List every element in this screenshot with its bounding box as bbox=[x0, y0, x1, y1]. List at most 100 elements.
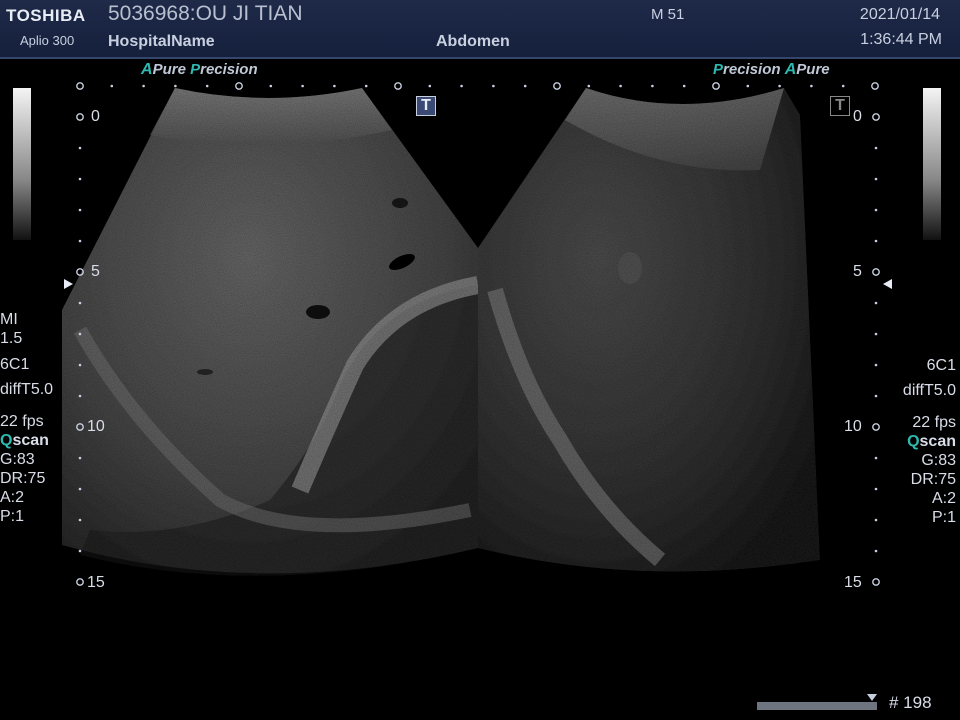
depth-5-left: 5 bbox=[91, 263, 100, 280]
scale-minor-dot bbox=[492, 84, 495, 88]
gain-value: G:83 bbox=[0, 451, 35, 468]
scale-minor-dot bbox=[78, 456, 82, 460]
scale-minor-dot bbox=[78, 363, 82, 367]
left-params: MI 1.5 6C1 diffT5.0 22 fps Qscan G:83 DR… bbox=[0, 310, 53, 526]
scale-minor-dot bbox=[78, 239, 82, 243]
depth-0-left: 0 bbox=[91, 108, 100, 125]
frame-number: # 198 bbox=[889, 693, 932, 712]
scale-minor-dot bbox=[78, 146, 82, 150]
scale-minor-dot bbox=[874, 239, 878, 243]
scale-minor-dot bbox=[746, 84, 750, 88]
scale-major-dot bbox=[712, 82, 720, 90]
scale-minor-dot bbox=[778, 84, 781, 88]
scale-major-dot bbox=[553, 82, 561, 90]
focus-marker-right bbox=[883, 279, 892, 289]
scale-minor-dot bbox=[301, 84, 304, 88]
scale-major-dot bbox=[872, 423, 880, 431]
scale-minor-dot bbox=[874, 146, 878, 150]
probe-name: 6C1 bbox=[0, 356, 30, 373]
depth-0-right: 0 bbox=[853, 108, 862, 125]
acoustic-p: P:1 bbox=[0, 508, 25, 525]
scale-minor-dot bbox=[110, 84, 114, 88]
gain-value: G:83 bbox=[921, 452, 956, 469]
scale-minor-dot bbox=[874, 518, 878, 522]
right-params: 6C1 diffT5.0 22 fps Qscan G:83 DR:75 A:2… bbox=[903, 356, 956, 527]
frame-rate: 22 fps bbox=[0, 413, 44, 430]
scale-minor-dot bbox=[78, 301, 82, 305]
scale-minor-dot bbox=[874, 208, 878, 212]
depth-10-left: 10 bbox=[87, 418, 105, 435]
scale-minor-dot bbox=[205, 84, 209, 88]
scale-minor-dot bbox=[78, 177, 82, 181]
scale-major-dot bbox=[872, 268, 880, 276]
dynamic-range: DR:75 bbox=[910, 471, 956, 488]
scale-minor-dot bbox=[78, 208, 82, 212]
mi-label: MI bbox=[0, 311, 18, 328]
right-sector bbox=[478, 88, 820, 572]
top-scale-dots bbox=[76, 82, 879, 90]
scale-minor-dot bbox=[874, 177, 878, 181]
scale-minor-dot bbox=[874, 301, 878, 305]
ultrasound-image bbox=[62, 82, 880, 586]
scale-minor-dot bbox=[428, 84, 432, 88]
scale-minor-dot bbox=[78, 394, 82, 398]
cine-handle[interactable] bbox=[867, 694, 878, 701]
frame-rate: 22 fps bbox=[912, 414, 956, 431]
scale-major-dot bbox=[76, 113, 84, 121]
apure-precision-tag-left: APure Precision bbox=[141, 61, 258, 79]
qscan-label: Qscan bbox=[907, 433, 956, 450]
acoustic-a: A:2 bbox=[931, 490, 956, 507]
scale-minor-dot bbox=[333, 84, 336, 88]
harmonic-mode: diffT5.0 bbox=[902, 382, 956, 399]
scale-major-dot bbox=[76, 578, 84, 586]
transducer-marker-left: T bbox=[416, 96, 436, 116]
scale-minor-dot bbox=[78, 487, 82, 491]
scale-major-dot bbox=[235, 82, 243, 90]
scale-major-dot bbox=[872, 113, 880, 121]
depth-scale-dots-right bbox=[872, 113, 880, 586]
qscan-label: Qscan bbox=[0, 432, 49, 449]
probe-name: 6C1 bbox=[926, 357, 956, 374]
left-sector bbox=[62, 88, 480, 576]
scale-minor-dot bbox=[874, 394, 878, 398]
scale-minor-dot bbox=[874, 487, 878, 491]
scale-minor-dot bbox=[841, 84, 845, 88]
tag-pure: Pure bbox=[152, 61, 186, 78]
scale-minor-dot bbox=[810, 84, 813, 88]
acoustic-p: P:1 bbox=[931, 509, 956, 526]
tag-a: A bbox=[784, 61, 797, 78]
scale-minor-dot bbox=[174, 84, 177, 88]
scale-major-dot bbox=[871, 82, 879, 90]
scale-minor-dot bbox=[269, 84, 273, 88]
tag-p: P bbox=[190, 61, 201, 78]
scale-minor-dot bbox=[364, 84, 368, 88]
depth-15-right: 15 bbox=[844, 574, 862, 591]
cine-progress-bar[interactable] bbox=[757, 702, 877, 710]
scale-minor-dot bbox=[651, 84, 654, 88]
tag-pure: Pure bbox=[796, 61, 830, 78]
tag-a: A bbox=[141, 61, 153, 78]
mi-value: 1.5 bbox=[0, 330, 23, 347]
scale-minor-dot bbox=[874, 363, 878, 367]
scale-minor-dot bbox=[78, 549, 82, 553]
focus-marker-left bbox=[64, 279, 73, 289]
scale-minor-dot bbox=[523, 84, 527, 88]
scale-minor-dot bbox=[78, 518, 82, 522]
scale-minor-dot bbox=[587, 84, 591, 88]
scale-minor-dot bbox=[78, 332, 82, 336]
scale-major-dot bbox=[872, 578, 880, 586]
scale-minor-dot bbox=[874, 332, 878, 336]
depth-5-right: 5 bbox=[853, 263, 862, 280]
scale-major-dot bbox=[76, 82, 84, 90]
scale-minor-dot bbox=[460, 84, 463, 88]
dynamic-range: DR:75 bbox=[0, 470, 46, 487]
scale-minor-dot bbox=[142, 84, 145, 88]
apure-precision-tag-right: Precision APure bbox=[713, 61, 830, 79]
depth-10-right: 10 bbox=[844, 418, 862, 435]
tag-p: P bbox=[713, 61, 724, 78]
grayscale-bar-right bbox=[923, 88, 941, 240]
acoustic-a: A:2 bbox=[0, 489, 25, 506]
grayscale-bar-left bbox=[13, 88, 31, 240]
scale-minor-dot bbox=[619, 84, 622, 88]
scale-minor-dot bbox=[874, 456, 878, 460]
